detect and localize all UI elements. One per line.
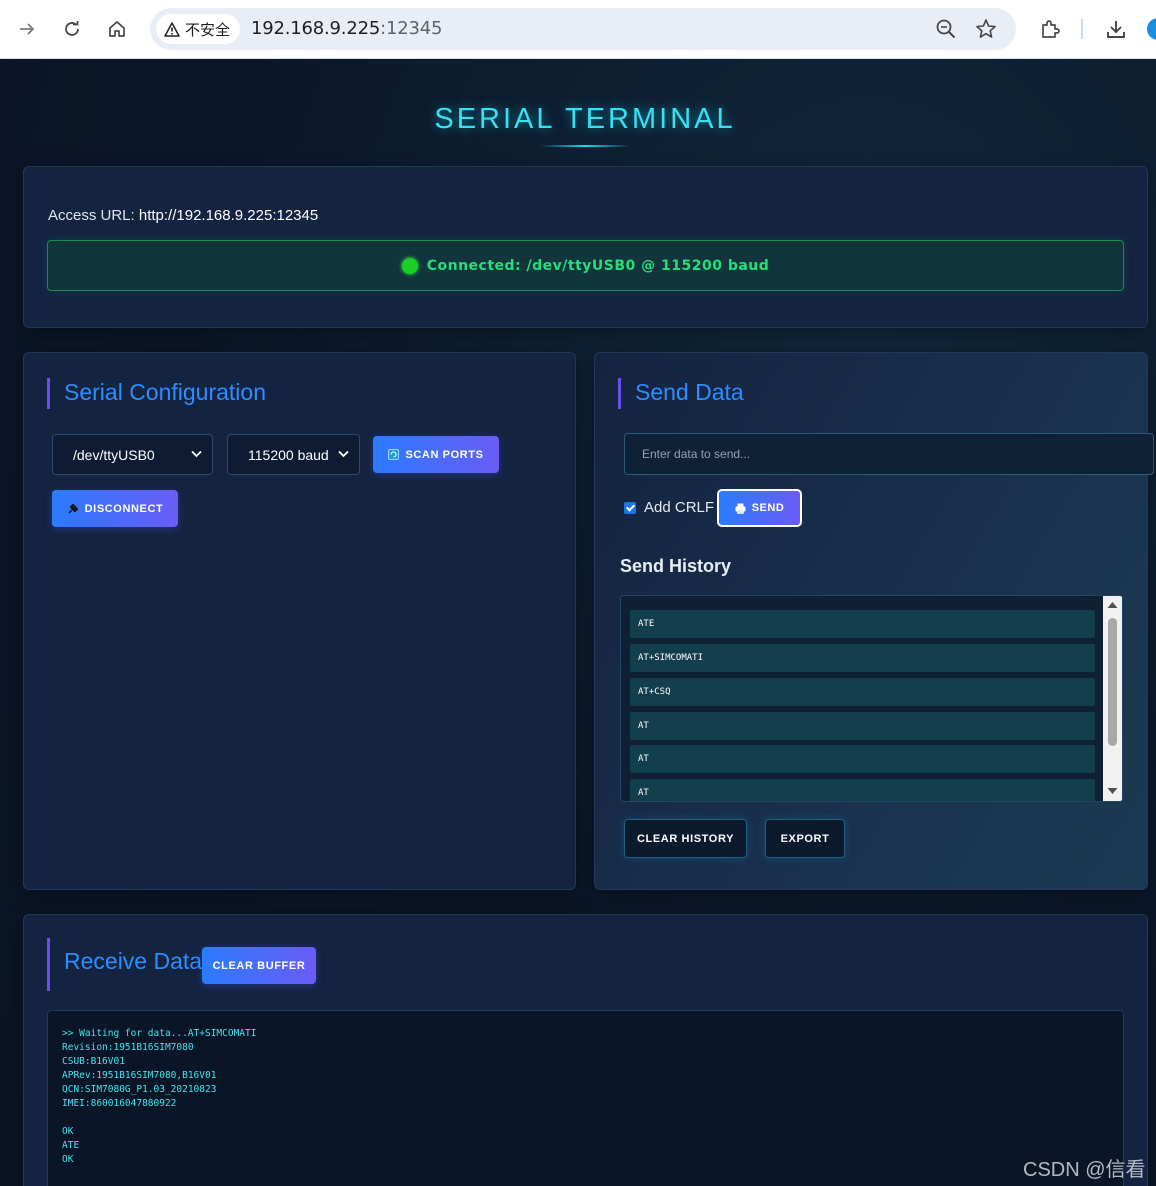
app-page: SERIAL TERMINAL Access URL: http://192.1… xyxy=(0,59,1156,1186)
crlf-option[interactable]: Add CRLF xyxy=(624,499,714,516)
url-host: 192.168.9.225 xyxy=(251,18,381,39)
download-icon xyxy=(1107,21,1125,38)
puzzle-icon xyxy=(1042,20,1060,38)
history-item[interactable]: AT+CSQ xyxy=(630,678,1095,706)
send-data-card: Send Data Enter data to send... Add CRLF… xyxy=(594,352,1154,890)
zoom-icon xyxy=(936,19,956,39)
port-select-value: /dev/ttyUSB0 xyxy=(73,446,155,463)
home-icon xyxy=(109,21,125,37)
crlf-label: Add CRLF xyxy=(644,499,715,516)
send-input[interactable]: Enter data to send... xyxy=(624,433,1154,475)
scroll-down-icon[interactable] xyxy=(1107,787,1118,795)
zoom-button[interactable] xyxy=(935,18,957,40)
home-button[interactable] xyxy=(102,14,132,44)
title-underline xyxy=(540,145,630,147)
disconnect-button[interactable]: DISCONNECT xyxy=(52,490,178,527)
disconnect-label: DISCONNECT xyxy=(84,502,164,515)
star-icon xyxy=(976,19,996,38)
plug-icon xyxy=(68,503,79,513)
baud-select[interactable]: 115200 baud xyxy=(227,434,360,475)
refresh-icon xyxy=(388,449,400,460)
history-item[interactable]: AT xyxy=(630,779,1095,801)
history-item[interactable]: AT xyxy=(630,745,1095,773)
security-badge[interactable]: 不安全 xyxy=(156,14,241,44)
access-url-label: Access URL: xyxy=(48,207,135,224)
clear-buffer-button[interactable]: CLEAR BUFFER xyxy=(202,947,316,984)
baud-select-value: 115200 baud xyxy=(248,446,329,463)
printer-icon xyxy=(735,503,746,514)
profile-avatar[interactable] xyxy=(1147,18,1156,40)
history-scrollbar[interactable] xyxy=(1103,596,1122,801)
browser-toolbar: 不安全 192.168.9.225:12345 xyxy=(0,0,1156,59)
access-url-row: Access URL: http://192.168.9.225:12345 xyxy=(48,207,318,224)
url-text[interactable]: 192.168.9.225:12345 xyxy=(251,18,442,39)
access-card: Access URL: http://192.168.9.225:12345 C… xyxy=(23,166,1148,328)
status-dot-icon xyxy=(401,257,418,274)
watermark: CSDN @信看 xyxy=(1023,1159,1146,1181)
receive-data-card: Receive Data CLEAR BUFFER >> Waiting for… xyxy=(23,914,1148,1186)
toolbar-divider xyxy=(1081,19,1083,39)
bookmark-button[interactable] xyxy=(975,18,997,40)
serial-config-title: Serial Configuration xyxy=(47,378,266,409)
warning-icon xyxy=(164,21,180,37)
arrow-right-icon xyxy=(20,23,35,35)
app-title: SERIAL TERMINAL xyxy=(434,103,736,135)
receive-terminal[interactable]: >> Waiting for data...AT+SIMCOMATI Revis… xyxy=(47,1010,1124,1186)
scan-ports-label: SCAN PORTS xyxy=(405,448,484,461)
extensions-button[interactable] xyxy=(1035,14,1065,44)
chevron-down-icon xyxy=(191,450,202,458)
history-item[interactable]: AT xyxy=(630,712,1095,740)
connection-status-text: Connected: /dev/ttyUSB0 @ 115200 baud xyxy=(426,257,770,274)
receive-data-title: Receive Data xyxy=(47,938,202,991)
connection-status: Connected: /dev/ttyUSB0 @ 115200 baud xyxy=(47,240,1124,291)
send-label: SEND xyxy=(751,502,785,514)
export-button[interactable]: EXPORT xyxy=(765,819,845,858)
crlf-checkbox[interactable] xyxy=(624,501,636,514)
reload-button[interactable] xyxy=(57,14,87,44)
history-item[interactable]: ATE xyxy=(630,610,1095,638)
history-scroll-thumb[interactable] xyxy=(1108,618,1117,746)
send-button[interactable]: SEND xyxy=(717,489,802,527)
forward-button[interactable] xyxy=(12,14,42,44)
access-url-link[interactable]: http://192.168.9.225:12345 xyxy=(139,207,318,224)
send-history-title: Send History xyxy=(620,556,732,576)
port-select[interactable]: /dev/ttyUSB0 xyxy=(52,434,213,475)
send-history-list[interactable]: ATE AT+SIMCOMATI AT+CSQ AT AT AT xyxy=(620,595,1123,802)
security-label: 不安全 xyxy=(185,21,231,39)
send-data-title: Send Data xyxy=(618,378,744,409)
serial-config-card: Serial Configuration /dev/ttyUSB0 115200… xyxy=(23,352,576,890)
address-bar[interactable]: 不安全 192.168.9.225:12345 xyxy=(150,8,1016,50)
clear-history-button[interactable]: CLEAR HISTORY xyxy=(624,819,747,858)
scan-ports-button[interactable]: SCAN PORTS xyxy=(373,436,499,473)
reload-icon xyxy=(65,21,79,36)
scroll-up-icon[interactable] xyxy=(1107,601,1118,609)
history-item[interactable]: AT+SIMCOMATI xyxy=(630,644,1095,672)
url-port: :12345 xyxy=(380,18,443,39)
chevron-down-icon xyxy=(338,450,349,458)
downloads-button[interactable] xyxy=(1101,14,1131,44)
